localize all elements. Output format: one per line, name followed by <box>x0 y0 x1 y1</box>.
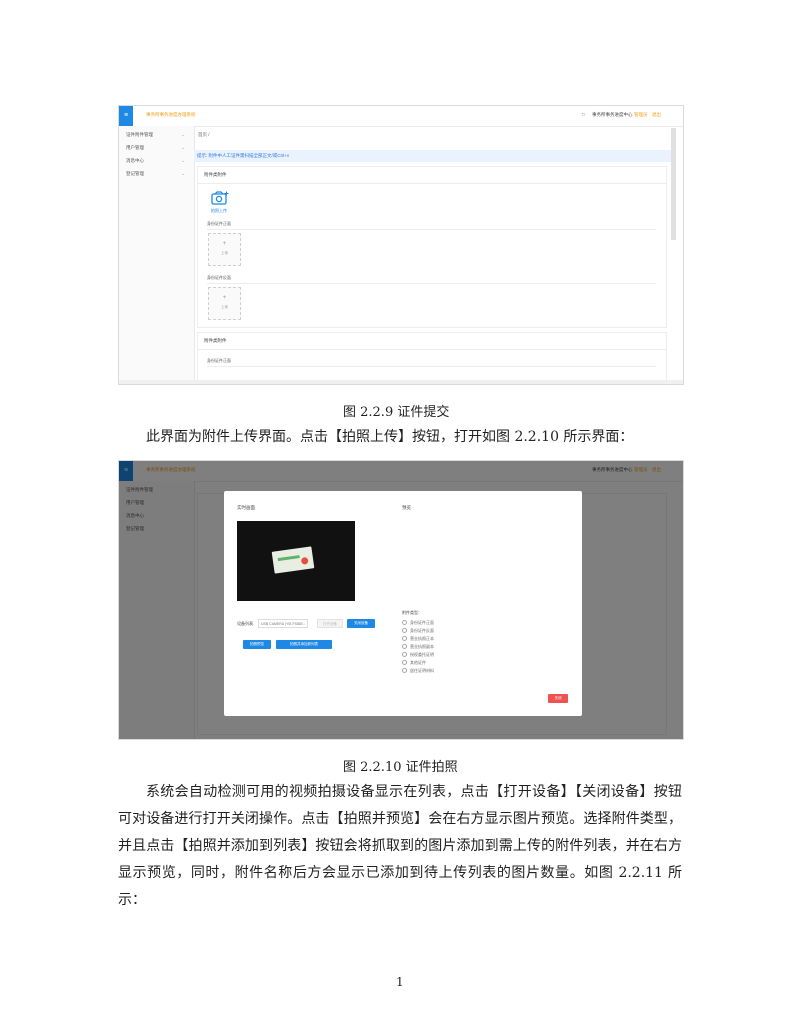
device-list-label: 设备列表 <box>237 621 253 626</box>
tip-text: 提示: 附件中人工证件需扫描全部正文/或Ctrl+v <box>197 153 290 158</box>
top-bar: ≡ 事务所事务进度办理系统 □ 事务所事务进度中心 管理员 退出 <box>119 106 683 127</box>
card-title: 附件类附件 <box>204 338 227 343</box>
live-view-title: 实时画面 <box>237 505 255 510</box>
breadcrumb: 首页 / <box>198 132 210 137</box>
system-title: 事务所事务进度办理系统 <box>146 112 196 117</box>
chevron-down-icon: ⌄ <box>181 132 185 137</box>
divider <box>207 366 656 367</box>
paragraph-1: 此界面为附件上传界面。点击【拍照上传】按钮，打开如图 2.2.10 所示界面： <box>146 429 634 445</box>
section-title-front: 身份证件正面 <box>207 221 231 226</box>
open-device-button[interactable]: 打开设备 <box>317 619 343 628</box>
sidebar-item-users[interactable]: 用户管理 <box>126 145 144 151</box>
close-button[interactable]: 关闭 <box>548 694 568 703</box>
divider <box>207 229 656 230</box>
camera-upload-label[interactable]: 拍照上传 <box>211 208 227 214</box>
figure-caption-2: 图 2.2.10 证件拍照 <box>343 760 458 775</box>
divider <box>207 283 656 284</box>
plus-icon: + <box>222 241 227 247</box>
bell-icon[interactable]: □ <box>582 112 585 117</box>
capture-preview-button[interactable]: 拍照预览 <box>243 640 271 649</box>
upload-box-back[interactable]: + 上传 <box>208 287 241 320</box>
tip-banner: 提示: 附件中人工证件需扫描全部正文/或Ctrl+v <box>194 150 673 162</box>
live-camera-view <box>237 521 355 601</box>
page-number: 1 <box>396 975 404 989</box>
chevron-down-icon: ⌄ <box>181 158 185 163</box>
section-title-front: 身份证件正面 <box>207 358 231 363</box>
type-radio[interactable]: 居住证明材料 <box>402 668 434 674</box>
preview-title: 预览 <box>402 505 411 510</box>
type-radio[interactable]: 身份证件反面 <box>402 628 434 634</box>
screenshot-attachment-upload: ≡ 事务所事务进度办理系统 □ 事务所事务进度中心 管理员 退出 证件附件管理 … <box>118 105 684 385</box>
upload-box-front[interactable]: + 上传 <box>208 233 241 266</box>
paragraph-2: 系统会自动检测可用的视频拍摄设备显示在列表，点击【打开设备】【关闭设备】按钮可对… <box>118 784 682 908</box>
sidebar-item-attachments[interactable]: 证件附件管理 <box>126 132 153 138</box>
menu-icon[interactable]: ≡ <box>119 106 133 126</box>
horizontal-scrollbar[interactable] <box>119 380 683 384</box>
user-name[interactable]: 管理员 <box>634 112 648 118</box>
camera-icon[interactable] <box>211 191 229 205</box>
divider <box>198 183 666 184</box>
card-title: 附件类附件 <box>204 172 227 177</box>
type-radio[interactable]: 营业执照副本 <box>402 644 434 650</box>
type-radio[interactable]: 身份证件正面 <box>402 620 434 626</box>
plus-icon: + <box>222 295 227 301</box>
sidebar: 证件附件管理 ⌄ 用户管理 ⌄ 消息中心 ⌄ 登记管理 ⌄ <box>119 126 195 384</box>
screenshot-camera-capture: ≡ 事务所事务进度办理系统 事务所事务进度中心 管理员 退出 证件附件管理 用户… <box>118 460 684 740</box>
sidebar-item-register[interactable]: 登记管理 <box>126 171 144 177</box>
close-device-button[interactable]: 关闭设备 <box>347 619 375 628</box>
camera-modal: 实时画面 预览 设备列表 USB CAMERA (YM-FS880... 打开设… <box>224 491 582 716</box>
top-link[interactable]: 事务所事务进度中心 <box>592 112 633 118</box>
divider <box>198 349 666 350</box>
section-title-back: 身份证件反面 <box>207 275 231 280</box>
sidebar-item-messages[interactable]: 消息中心 <box>126 158 144 164</box>
figure-caption-1: 图 2.2.9 证件提交 <box>343 405 450 420</box>
type-radio[interactable]: 其他证件 <box>402 660 426 666</box>
device-select[interactable]: USB CAMERA (YM-FS880... <box>258 619 308 628</box>
attachment-type-label: 附件类型： <box>402 610 422 615</box>
type-radio[interactable]: 营业执照正本 <box>402 636 434 642</box>
id-card-image <box>271 546 315 574</box>
logout-link[interactable]: 退出 <box>652 112 661 118</box>
upload-card: 附件类附件 拍照上传 身份证件正面 + 上传 身份证件反面 + 上传 <box>197 166 667 328</box>
vertical-scrollbar[interactable] <box>671 128 676 240</box>
lower-card: 附件类附件 身份证件正面 <box>197 332 667 384</box>
chevron-down-icon: ⌄ <box>181 145 185 150</box>
upload-label: 上传 <box>221 305 228 309</box>
capture-add-button[interactable]: 拍照并添加到列表 <box>276 640 332 649</box>
upload-label: 上传 <box>221 251 228 255</box>
chevron-down-icon: ⌄ <box>181 171 185 176</box>
type-radio[interactable]: 授权委托证明 <box>402 652 434 658</box>
